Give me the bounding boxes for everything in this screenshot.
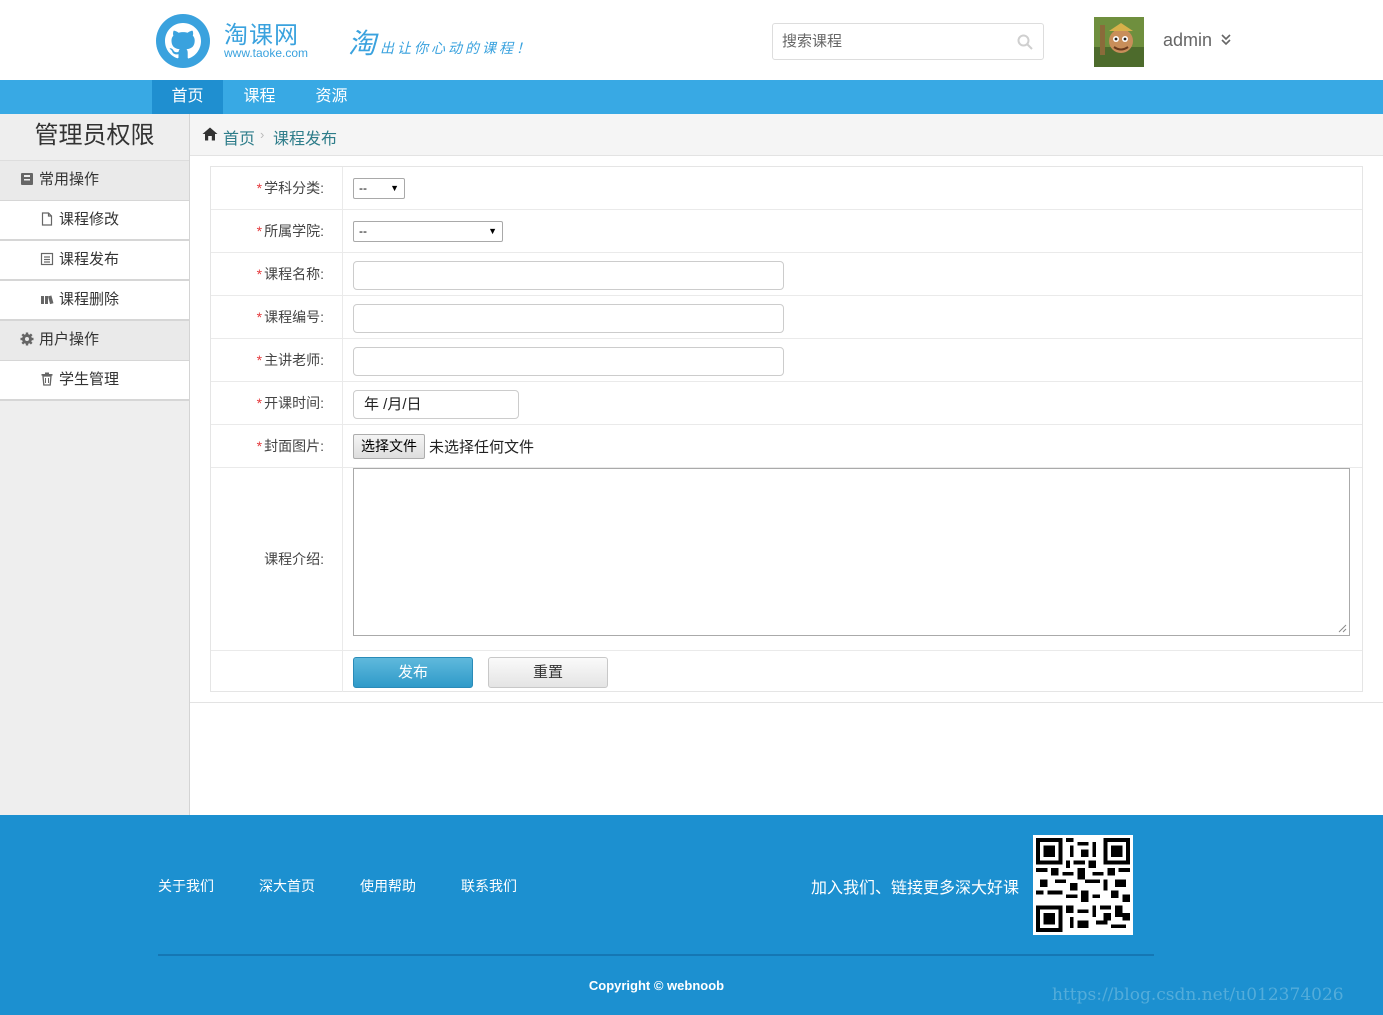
breadcrumb-current: 课程发布 (273, 131, 338, 148)
file-status: 未选择任何文件 (429, 439, 535, 457)
dropdown-arrow-icon: ▼ (390, 183, 399, 193)
teacher-input[interactable] (353, 347, 784, 376)
sidebar-group-label: 用户操作 (39, 331, 100, 348)
teacher-label: * 主讲老师: (211, 339, 343, 381)
sidebar-group-label: 常用操作 (39, 171, 100, 188)
sidebar-item-label: 课程修改 (59, 211, 120, 228)
start-date-input[interactable]: 年 /月/日 (353, 390, 519, 419)
reset-button[interactable]: 重置 (488, 657, 608, 688)
qr-code-icon (1033, 835, 1133, 935)
sidebar: 管理员权限 常用操作 课程修改 课程发布 课程删除 用户操作 学生管理 (0, 114, 190, 815)
footer-link-about[interactable]: 关于我们 (158, 876, 214, 896)
nav-item-home[interactable]: 首页 (152, 80, 223, 114)
watermark-text: https://blog.csdn.net/u012374026 (1052, 985, 1344, 1005)
course-code-label: * 课程编号: (211, 296, 343, 338)
form-row-teacher: * 主讲老师: (211, 339, 1362, 382)
nav-item-courses[interactable]: 课程 (224, 80, 295, 114)
sidebar-item-label: 课程删除 (59, 291, 120, 308)
form-row-start-date: * 开课时间: 年 /月/日 (211, 382, 1362, 425)
sidebar-item-course-delete[interactable]: 课程删除 (0, 281, 189, 321)
search-icon[interactable] (1017, 34, 1033, 50)
college-label: * 所属学院: (211, 210, 343, 252)
site-header: 淘课网 www.taoke.com 淘出让你心动的课程！ admin (0, 0, 1383, 80)
subject-label: * 学科分类: (211, 167, 343, 209)
form-row-subject: * 学科分类: -- ▼ (211, 167, 1362, 210)
sidebar-item-course-publish[interactable]: 课程发布 (0, 241, 189, 281)
content-divider (190, 702, 1383, 703)
list-icon (40, 252, 54, 266)
footer-link-contact[interactable]: 联系我们 (461, 876, 517, 896)
search-box (772, 23, 1044, 60)
slogan-big: 淘 (348, 27, 377, 60)
avatar[interactable] (1094, 17, 1144, 67)
footer-link-home[interactable]: 深大首页 (259, 876, 315, 896)
sidebar-group-common[interactable]: 常用操作 (0, 161, 189, 201)
books-icon (41, 295, 54, 305)
site-footer: 关于我们 深大首页 使用帮助 联系我们 加入我们、链接更多深大好课 Copyri… (0, 815, 1383, 1015)
intro-textarea[interactable] (353, 468, 1350, 636)
chevron-double-down-icon[interactable] (1220, 32, 1232, 46)
logo-name[interactable]: 淘课网 (224, 15, 299, 50)
form-row-course-name: * 课程名称: (211, 253, 1362, 296)
form-row-actions: 发布 重置 (211, 651, 1362, 692)
form-row-intro: 课程介绍: (211, 468, 1362, 651)
dropdown-arrow-icon: ▼ (488, 226, 497, 236)
sidebar-title: 管理员权限 (0, 114, 189, 161)
breadcrumb-separator: › (260, 127, 265, 142)
course-name-input[interactable] (353, 261, 784, 290)
cover-file-picker: 选择文件 未选择任何文件 (353, 434, 534, 459)
gear-icon (20, 332, 34, 346)
username[interactable]: admin (1163, 30, 1212, 51)
start-date-label: * 开课时间: (211, 382, 343, 424)
sidebar-item-label: 学生管理 (59, 371, 120, 388)
search-input[interactable] (773, 24, 1003, 59)
course-name-label: * 课程名称: (211, 253, 343, 295)
breadcrumb-home[interactable]: 首页 (223, 125, 255, 149)
slogan-text: 出让你心动的课程！ (380, 41, 534, 57)
logo-url: www.taoke.com (224, 46, 309, 60)
book-icon (21, 173, 33, 185)
github-logo-icon[interactable] (156, 14, 210, 68)
publish-button[interactable]: 发布 (353, 657, 473, 688)
main-nav: 首页 课程 资源 (0, 80, 1383, 114)
resize-grip-icon[interactable] (1338, 624, 1347, 633)
slogan: 淘出让你心动的课程！ (348, 22, 533, 62)
course-publish-form: * 学科分类: -- ▼ * 所属学院: -- ▼ * 课程名称: * 课程编号: * 主讲老… (210, 166, 1363, 692)
sidebar-item-student-manage[interactable]: 学生管理 (0, 361, 189, 401)
sidebar-item-label: 课程发布 (59, 251, 120, 268)
nav-item-resources[interactable]: 资源 (296, 80, 367, 114)
breadcrumb: 首页 › 课程发布 (190, 114, 1383, 156)
actions-label-cell (211, 651, 343, 692)
file-icon (41, 212, 53, 226)
course-code-input[interactable] (353, 304, 784, 333)
college-select[interactable]: -- ▼ (353, 221, 503, 242)
form-row-cover: * 封面图片: 选择文件 未选择任何文件 (211, 425, 1362, 468)
join-us-text: 加入我们、链接更多深大好课 (811, 880, 1020, 897)
home-icon[interactable] (202, 127, 218, 141)
form-row-college: * 所属学院: -- ▼ (211, 210, 1362, 253)
footer-divider (158, 954, 1154, 956)
cover-label: * 封面图片: (211, 425, 343, 467)
sidebar-item-course-edit[interactable]: 课程修改 (0, 201, 189, 241)
form-row-course-code: * 课程编号: (211, 296, 1362, 339)
trash-icon (41, 372, 53, 386)
intro-label: 课程介绍: (211, 468, 343, 650)
footer-link-help[interactable]: 使用帮助 (360, 876, 416, 896)
choose-file-button[interactable]: 选择文件 (353, 434, 425, 459)
subject-select[interactable]: -- ▼ (353, 178, 405, 199)
sidebar-group-user[interactable]: 用户操作 (0, 321, 189, 361)
